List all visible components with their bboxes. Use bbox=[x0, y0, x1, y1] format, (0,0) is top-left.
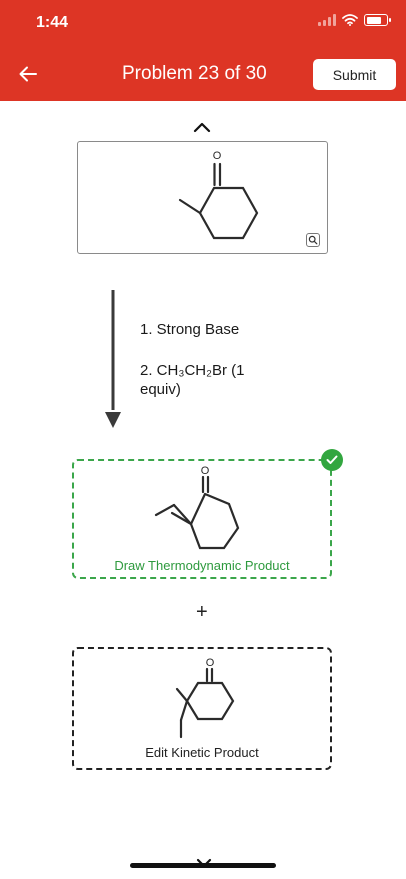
thermodynamic-structure: O bbox=[154, 465, 240, 550]
starting-material-box[interactable]: O bbox=[77, 141, 328, 254]
thermodynamic-product-box[interactable]: O Draw Thermodynamic Product bbox=[72, 459, 332, 579]
oxygen-label: O bbox=[213, 150, 222, 162]
submit-button[interactable]: Submit bbox=[313, 59, 396, 90]
arrow-left-icon bbox=[19, 66, 37, 82]
battery-icon bbox=[364, 14, 391, 26]
kinetic-structure: O bbox=[175, 657, 235, 739]
chevron-down-icon[interactable] bbox=[196, 856, 212, 870]
back-button[interactable] bbox=[12, 60, 44, 88]
reaction-arrow-icon bbox=[105, 290, 121, 428]
page-title: Problem 23 of 30 bbox=[122, 63, 267, 84]
magnifier-icon bbox=[308, 235, 318, 245]
signal-icon bbox=[318, 14, 336, 26]
starting-material-structure: O bbox=[178, 150, 259, 240]
plus-sign: + bbox=[196, 601, 208, 623]
status-time: 1:44 bbox=[36, 14, 69, 31]
zoom-button[interactable] bbox=[306, 233, 320, 247]
oxygen-label: O bbox=[206, 657, 215, 669]
kinetic-label: Edit Kinetic Product bbox=[145, 745, 259, 760]
oxygen-label: O bbox=[201, 465, 210, 477]
wifi-icon bbox=[342, 14, 358, 26]
app-header: 1:44 Problem 23 of 30 Submit bbox=[0, 0, 406, 101]
reagent-step-2-cont: equiv) bbox=[140, 381, 181, 398]
status-icons bbox=[318, 14, 391, 26]
reagent-step-2: 2. CH₃CH₂Br (1 bbox=[140, 362, 245, 379]
kinetic-product-box[interactable]: O Edit Kinetic Product bbox=[72, 647, 332, 770]
reagent-step-1: 1. Strong Base bbox=[140, 321, 240, 338]
chevron-up-icon[interactable] bbox=[193, 121, 211, 133]
check-icon bbox=[321, 449, 343, 471]
thermodynamic-label: Draw Thermodynamic Product bbox=[114, 558, 290, 573]
